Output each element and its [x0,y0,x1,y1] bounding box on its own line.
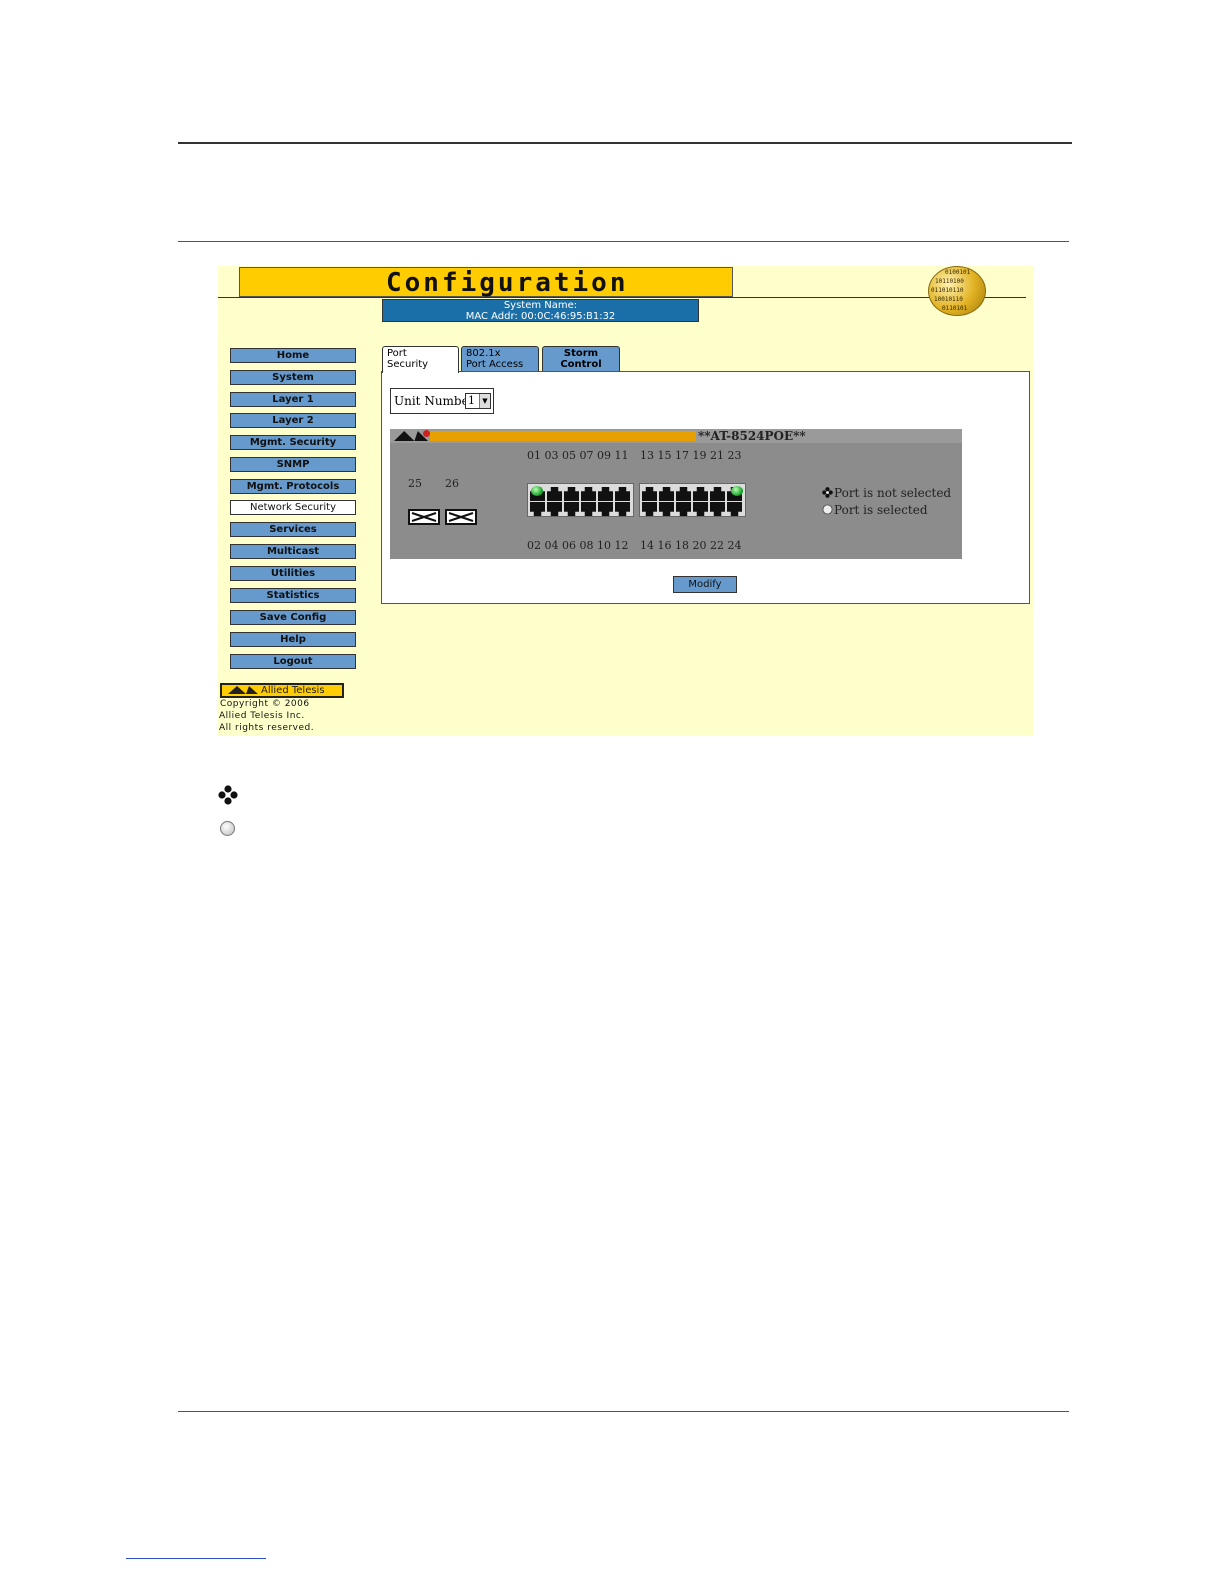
nav-mgmt-protocols[interactable]: Mgmt. Protocols [230,479,356,494]
port-jack-icon[interactable] [547,487,562,501]
port-jack-icon[interactable] [547,502,562,516]
title-bar: Configuration [239,267,733,298]
nav-statistics[interactable]: Statistics [230,588,356,603]
logo-mark-icon [228,686,258,694]
nav-logout[interactable]: Logout [230,654,356,669]
switch-orange-strip [430,431,696,441]
port-led-icon [731,486,743,496]
port-jack-icon[interactable] [727,502,742,516]
page-title: Configuration [386,268,629,298]
port-jack-icon[interactable] [564,502,579,516]
copyright-line-2: Allied Telesis Inc. [219,711,305,721]
section-rule [178,241,1069,242]
tab-storm-control[interactable]: Storm Control [542,346,620,372]
port-jack-icon[interactable] [676,487,691,501]
sfp-port-26[interactable] [445,509,477,525]
port-led-icon [531,486,543,496]
system-name: System Name: [503,300,578,311]
unit-number-select[interactable]: 1 ▼ [465,393,491,409]
port-jack-icon[interactable] [530,502,545,516]
legend-not-selected: Port is not selected [822,486,951,500]
port-jack-icon[interactable] [710,487,725,501]
unit-number-field: Unit Number 1 ▼ [390,388,494,414]
port-jack-icon[interactable] [598,487,613,501]
nav-help[interactable]: Help [230,632,356,647]
chevron-down-icon: ▼ [479,394,490,408]
port-not-selected-icon [218,785,238,805]
tab-port-security[interactable]: Port Security [382,346,459,373]
port-not-selected-icon [822,487,833,498]
port-labels-top-left: 01 03 05 07 09 11 [527,449,629,462]
switch-faceplate: **AT-8524POE** 01 03 05 07 09 11 13 15 1… [390,429,962,559]
port-jack-icon[interactable] [564,487,579,501]
sfp-label-26: 26 [445,477,459,490]
port-selected-icon [822,504,833,515]
port-jack-icon[interactable] [615,502,630,516]
port-jack-icon[interactable] [642,502,657,516]
config-screenshot: Configuration 0100101 10110100 011010110… [218,266,1034,736]
port-jack-icon[interactable] [693,502,708,516]
nav-snmp[interactable]: SNMP [230,457,356,472]
ports-13-24[interactable] [639,483,746,517]
port-security-panel: Unit Number 1 ▼ **AT-8524POE** 01 03 05 … [381,371,1030,604]
port-jack-icon[interactable] [659,502,674,516]
port-jack-icon[interactable] [693,487,708,501]
tab-port-access[interactable]: 802.1x Port Access [461,346,539,372]
nav-system[interactable]: System [230,370,356,385]
port-jack-icon[interactable] [581,502,596,516]
top-rule [178,142,1072,144]
switch-logo-dot-icon [423,430,430,437]
port-not-selected-icon [411,512,437,522]
modify-button[interactable]: Modify [673,576,737,593]
nav-home[interactable]: Home [230,348,356,363]
nav-save-config[interactable]: Save Config [230,610,356,625]
switch-header-bar: **AT-8524POE** [390,429,962,443]
mac-address: MAC Addr: 00:0C:46:95:B1:32 [465,311,616,322]
allied-telesis-logo: Allied Telesis [220,683,344,698]
unit-number-label: Unit Number [394,394,475,408]
port-jack-icon[interactable] [676,502,691,516]
nav-services[interactable]: Services [230,522,356,537]
globe-icon: 0100101 10110100 011010110 10010110 0110… [928,266,986,316]
legend-selected: Port is selected [822,503,928,517]
port-labels-bottom-right: 14 16 18 20 22 24 [640,539,742,552]
port-jack-icon[interactable] [659,487,674,501]
port-jack-icon[interactable] [615,487,630,501]
nav-layer-2[interactable]: Layer 2 [230,413,356,428]
port-jack-icon[interactable] [642,487,657,501]
title-divider [218,297,1026,298]
system-info-bar: System Name: MAC Addr: 00:0C:46:95:B1:32 [382,299,699,322]
bottom-rule [178,1411,1069,1412]
port-jack-icon[interactable] [581,487,596,501]
ports-1-12[interactable] [527,483,634,517]
sfp-port-25[interactable] [408,509,440,525]
port-jack-icon[interactable] [598,502,613,516]
port-not-selected-icon [448,512,474,522]
footnote-rule [126,1558,266,1559]
copyright-line-3: All rights reserved. [219,723,315,733]
port-selected-icon [220,821,235,836]
copyright-line-1: Copyright © 2006 [220,699,310,709]
nav-multicast[interactable]: Multicast [230,544,356,559]
port-jack-icon[interactable] [710,502,725,516]
nav-layer-1[interactable]: Layer 1 [230,392,356,407]
nav-network-security[interactable]: Network Security [230,500,356,515]
port-labels-top-right: 13 15 17 19 21 23 [640,449,742,462]
sfp-label-25: 25 [408,477,422,490]
nav-mgmt-security[interactable]: Mgmt. Security [230,435,356,450]
nav-utilities[interactable]: Utilities [230,566,356,581]
switch-model: **AT-8524POE** [698,429,806,443]
port-labels-bottom-left: 02 04 06 08 10 12 [527,539,629,552]
